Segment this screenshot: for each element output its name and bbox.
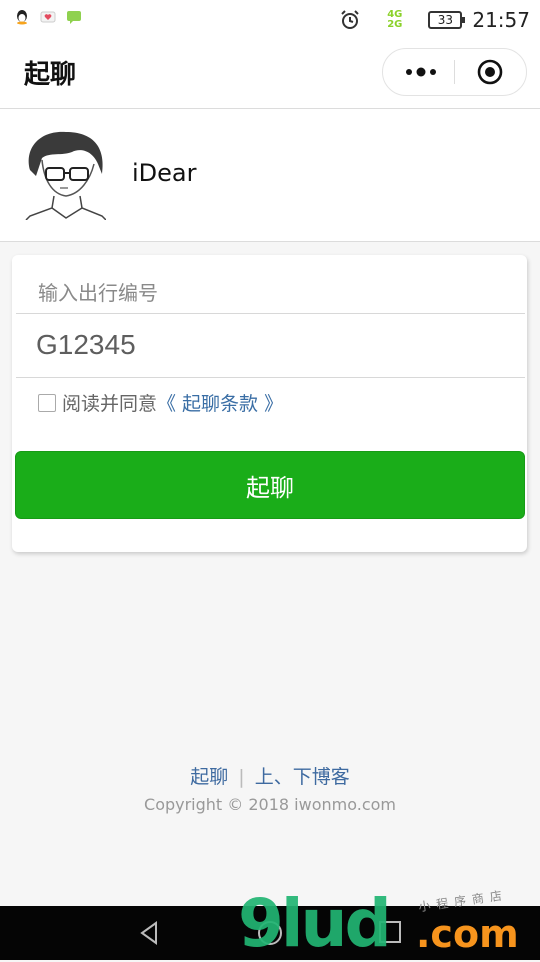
watermark-logo: 9lud .com 小程序商店 bbox=[238, 888, 538, 960]
field-label: 输入出行编号 bbox=[38, 281, 158, 305]
agree-text: 阅读并同意 bbox=[62, 393, 158, 415]
watermark-brand: 9lud bbox=[238, 885, 392, 962]
chat-icon bbox=[67, 11, 81, 24]
divider bbox=[16, 377, 525, 378]
avatar[interactable] bbox=[22, 130, 106, 220]
terms-link[interactable]: 《 起聊条款 》 bbox=[157, 389, 283, 416]
network-indicator: 4G 2G bbox=[387, 9, 403, 30]
footer-link-blog[interactable]: 上、下博客 bbox=[255, 766, 350, 788]
more-icon[interactable] bbox=[401, 62, 441, 82]
agree-row: 阅读并同意 《 起聊条款 》 bbox=[38, 389, 283, 416]
agree-checkbox[interactable] bbox=[38, 393, 56, 412]
divider bbox=[16, 313, 525, 314]
battery-indicator: 33 bbox=[428, 11, 466, 29]
heart-mail-icon bbox=[40, 11, 56, 23]
close-target-icon[interactable] bbox=[476, 58, 504, 86]
alarm-icon bbox=[341, 10, 359, 29]
form-card: 输入出行编号 阅读并同意 《 起聊条款 》 起聊 bbox=[12, 255, 527, 552]
back-icon[interactable] bbox=[136, 919, 164, 947]
footer-links: 起聊 | 上、下博客 bbox=[0, 762, 540, 789]
profile-section: iDear bbox=[0, 109, 540, 242]
username: iDear bbox=[132, 159, 197, 187]
watermark-suffix: .com bbox=[416, 912, 519, 956]
footer-link-app[interactable]: 起聊 bbox=[190, 766, 228, 788]
qq-icon bbox=[17, 10, 27, 25]
capsule-divider bbox=[454, 60, 455, 84]
nav-bar: 起聊 bbox=[0, 40, 540, 109]
copyright: Copyright © 2018 iwonmo.com bbox=[144, 795, 396, 814]
mini-program-capsule bbox=[382, 48, 527, 96]
clock: 21:57 bbox=[472, 8, 530, 32]
notification-icons bbox=[14, 9, 82, 25]
footer-separator: | bbox=[238, 766, 245, 788]
page-title: 起聊 bbox=[24, 60, 77, 90]
trip-code-input[interactable] bbox=[36, 325, 506, 365]
status-bar: 4G 2G 33 21:57 bbox=[0, 0, 540, 40]
start-chat-button[interactable]: 起聊 bbox=[15, 451, 525, 519]
watermark-caption: 小程序商店 bbox=[417, 887, 509, 915]
